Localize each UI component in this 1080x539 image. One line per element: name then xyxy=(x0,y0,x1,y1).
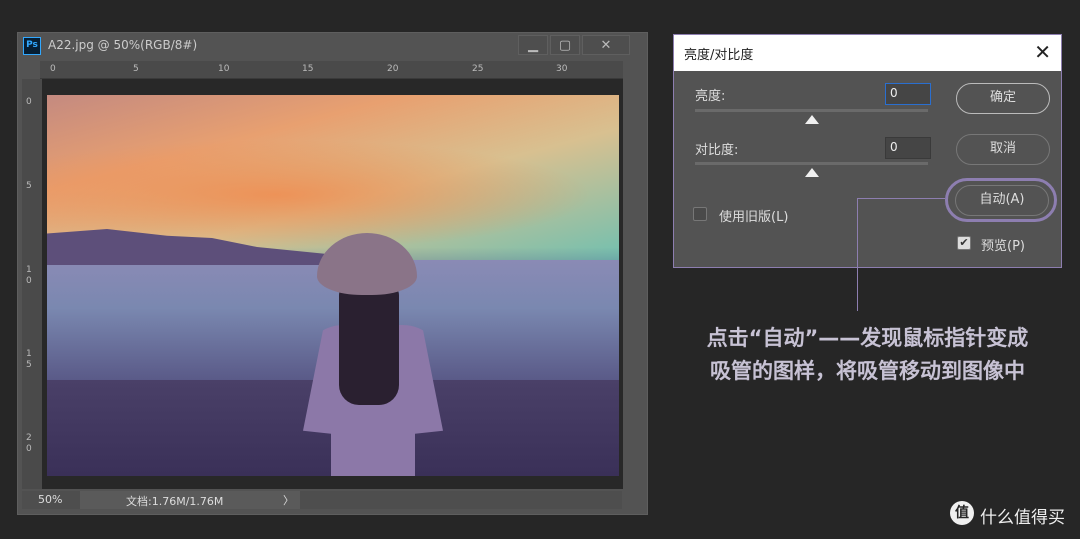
photoshop-logo-icon: Ps xyxy=(23,37,41,55)
brightness-slider-track[interactable] xyxy=(695,109,928,112)
dialog-titlebar[interactable]: 亮度/对比度 ✕ xyxy=(674,35,1061,71)
close-icon[interactable]: ✕ xyxy=(582,35,630,55)
brightness-slider-thumb[interactable] xyxy=(805,115,819,124)
ruler-label: 2 0 xyxy=(26,433,32,454)
beach-sunset-photo[interactable] xyxy=(47,95,619,476)
contrast-input[interactable]: 0 xyxy=(885,137,931,159)
canvas-area[interactable] xyxy=(42,79,623,489)
ruler-label: 30 xyxy=(556,64,568,74)
ruler-label: 0 xyxy=(50,64,56,74)
chevron-right-icon[interactable]: 〉 xyxy=(283,492,294,508)
ruler-label: 1 5 xyxy=(26,349,32,370)
photoshop-document-window: Ps A22.jpg @ 50%(RGB/8#) ▁ ▢ ✕ 0 5 10 15… xyxy=(17,32,648,515)
girl-hair xyxy=(339,285,399,405)
doc-size-text: 文档:1.76M/1.76M xyxy=(126,495,224,508)
maximize-icon[interactable]: ▢ xyxy=(550,35,580,55)
ruler-label: 1 0 xyxy=(26,265,32,286)
cancel-button[interactable]: 取消 xyxy=(956,134,1050,165)
ruler-label: 20 xyxy=(387,64,399,74)
ruler-label: 5 xyxy=(26,181,32,191)
legacy-checkbox[interactable] xyxy=(693,207,707,221)
ruler-label: 10 xyxy=(218,64,230,74)
preview-checkbox[interactable]: ✔ xyxy=(957,236,971,250)
watermark-text: 什么值得买 xyxy=(980,508,1065,528)
brightness-input[interactable]: 0 xyxy=(885,83,931,105)
annotation-text: 点击“自动”——发现鼠标指针变成 吸管的图样，将吸管移动到图像中 xyxy=(670,322,1065,388)
contrast-label: 对比度: xyxy=(695,143,739,158)
ruler-label: 5 xyxy=(133,64,139,74)
callout-line xyxy=(857,198,945,199)
zoom-level[interactable]: 50% xyxy=(38,493,62,506)
ruler-label: 25 xyxy=(472,64,484,74)
brightness-contrast-dialog: 亮度/对比度 ✕ 亮度: 0 对比度: 0 使用旧版(L) 确定 取消 自动(A… xyxy=(673,34,1062,268)
ruler-horizontal: 0 5 10 15 20 25 30 xyxy=(40,61,623,79)
contrast-slider-thumb[interactable] xyxy=(805,168,819,177)
window-titlebar[interactable]: Ps A22.jpg @ 50%(RGB/8#) ▁ ▢ ✕ xyxy=(18,33,647,59)
annotation-line: 点击“自动”——发现鼠标指针变成 xyxy=(706,326,1029,350)
brightness-label: 亮度: xyxy=(695,89,726,104)
minimize-icon[interactable]: ▁ xyxy=(518,35,548,55)
ruler-label: 0 xyxy=(26,97,32,107)
close-icon[interactable]: ✕ xyxy=(1034,40,1051,64)
preview-label: 预览(P) xyxy=(981,239,1025,254)
doc-size-info[interactable]: 文档:1.76M/1.76M 〉 xyxy=(80,491,300,509)
ruler-label: 15 xyxy=(302,64,314,74)
status-bar: 50% 文档:1.76M/1.76M 〉 xyxy=(22,491,622,509)
auto-button[interactable]: 自动(A) xyxy=(955,185,1049,216)
dialog-title: 亮度/对比度 xyxy=(684,48,754,63)
ok-button[interactable]: 确定 xyxy=(956,83,1050,114)
smzdm-logo-icon: 值 xyxy=(950,501,974,525)
document-title: A22.jpg @ 50%(RGB/8#) xyxy=(48,38,198,52)
annotation-line: 吸管的图样，将吸管移动到图像中 xyxy=(710,359,1025,383)
contrast-slider-track[interactable] xyxy=(695,162,928,165)
callout-line xyxy=(857,198,858,311)
ruler-vertical: 0 5 1 0 1 5 2 0 xyxy=(22,79,42,489)
legacy-label: 使用旧版(L) xyxy=(719,210,789,225)
